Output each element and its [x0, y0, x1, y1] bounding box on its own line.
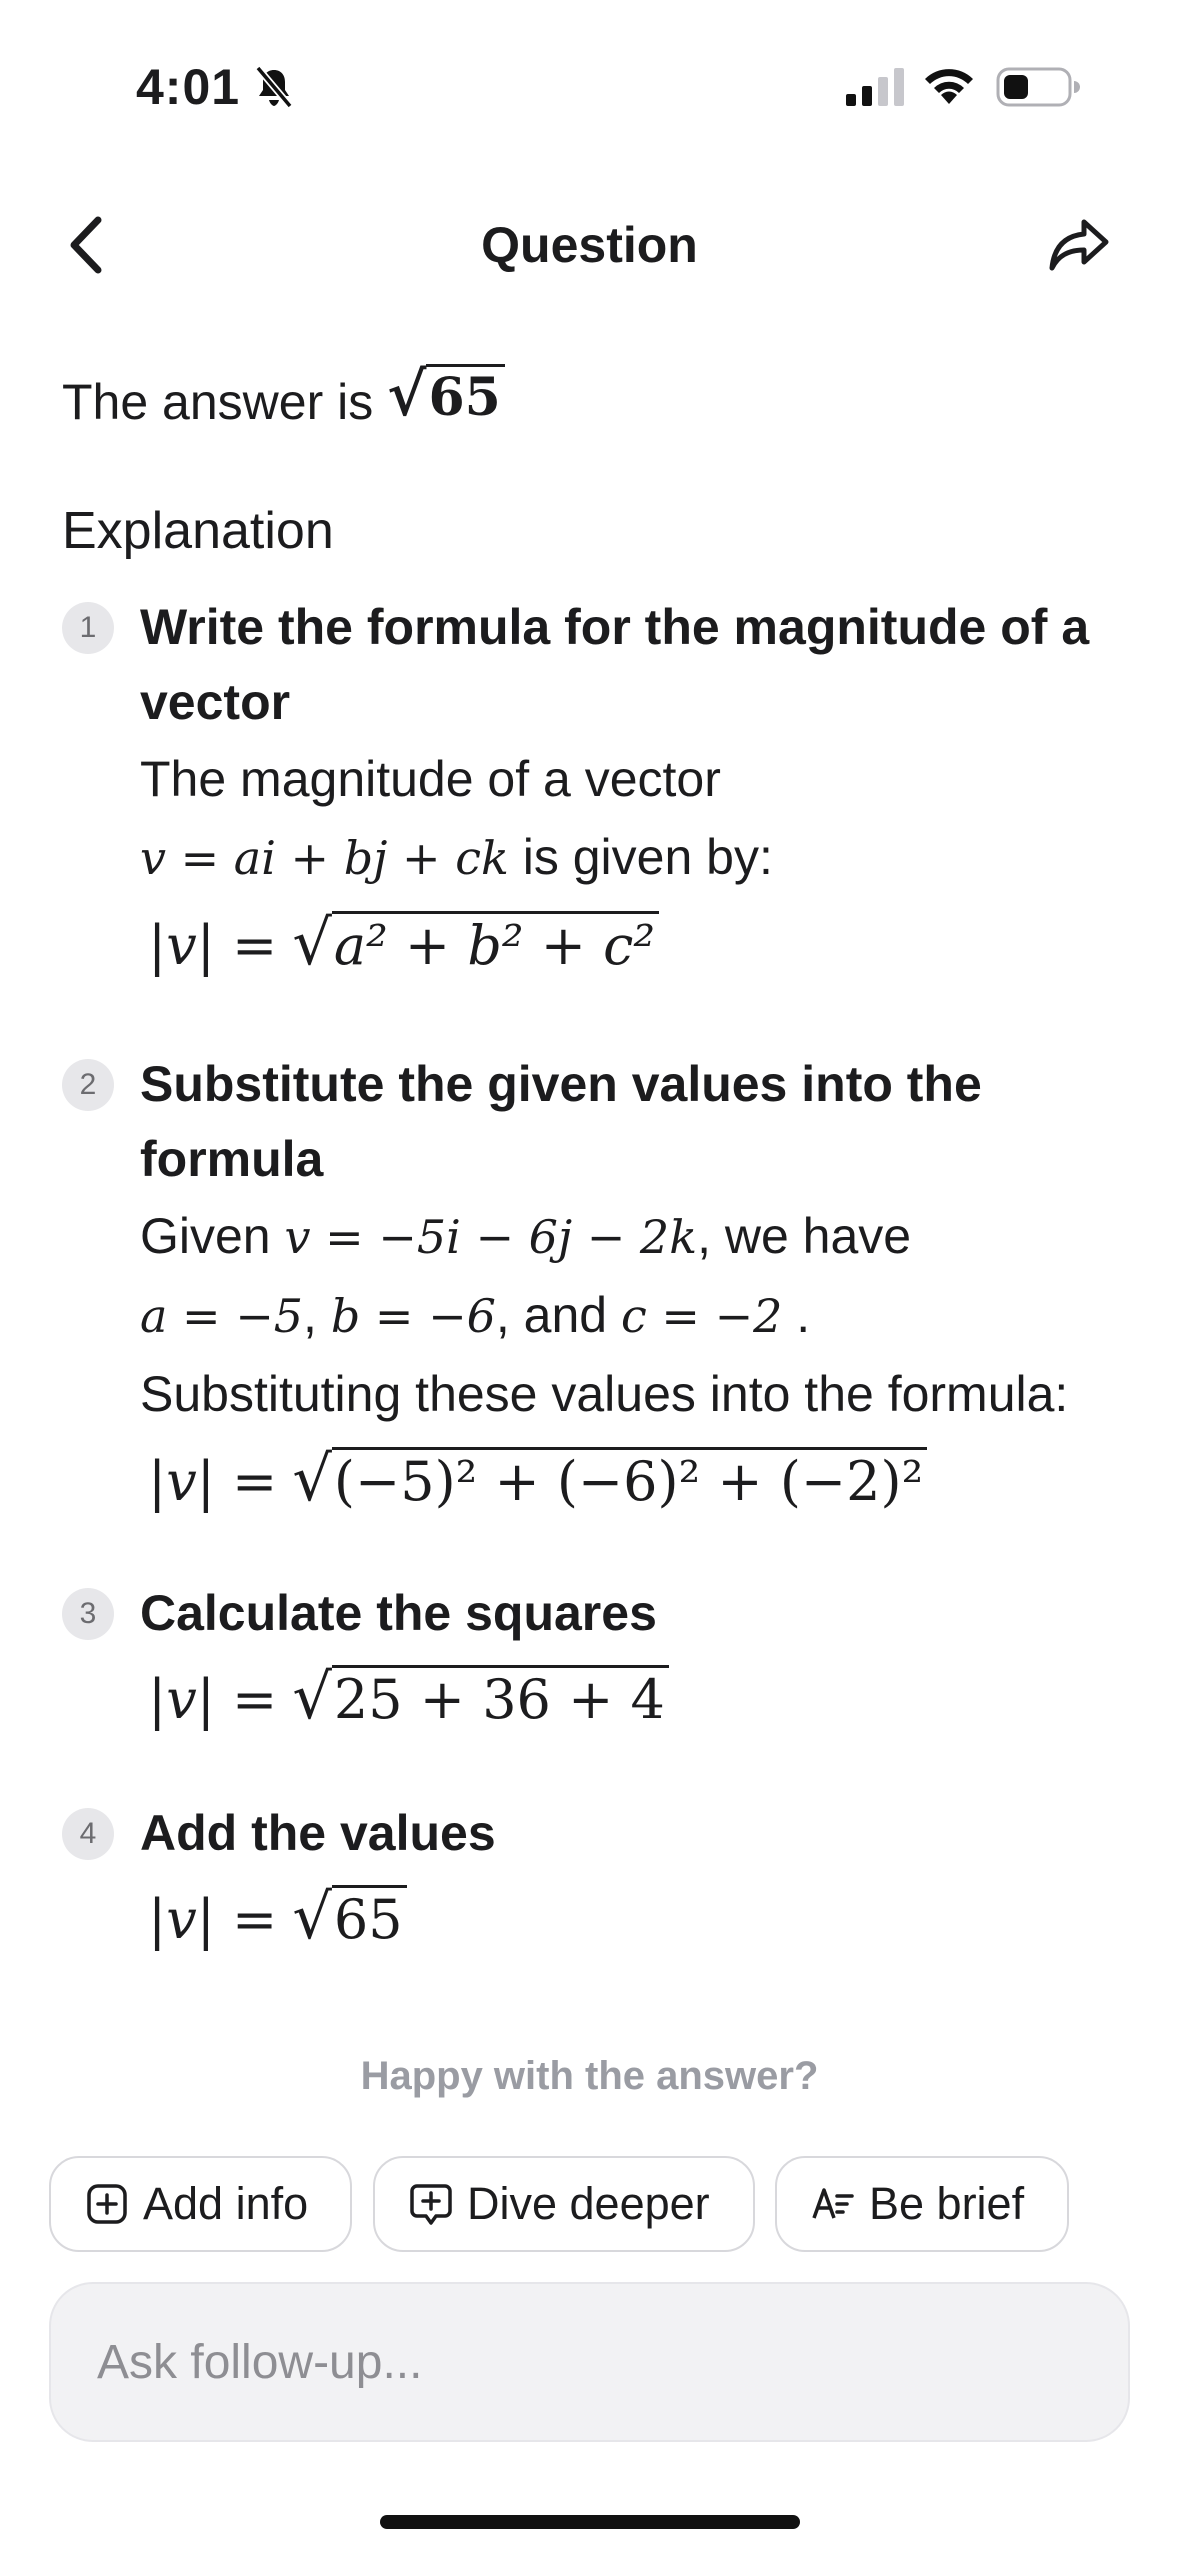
battery-icon: [996, 67, 1080, 107]
step-text: Substituting these values into the formu…: [140, 1366, 1069, 1422]
formula: |v| = √a² + b² + c²: [140, 897, 1140, 992]
formula-sqrt: √25 + 36 + 4: [292, 1651, 669, 1746]
step-title: Substitute the given values into the for…: [140, 1056, 982, 1187]
step-number-badge: 2: [62, 1059, 114, 1111]
formula-lhs: |v| =: [148, 1668, 278, 1731]
and-text: , and: [495, 1287, 608, 1343]
plus-bubble-icon: [410, 2184, 452, 2225]
given-suffix: , we have: [697, 1208, 912, 1264]
step-number-badge: 3: [62, 1588, 114, 1640]
a-value: a = −5: [140, 1289, 304, 1343]
answer-prefix: The answer is: [62, 373, 374, 430]
text-shorten-icon: [812, 2188, 854, 2219]
vector-equation: v = ai + bj + ck: [140, 831, 509, 885]
formula-lhs: |v| =: [148, 1450, 278, 1513]
step-title: Add the values: [140, 1805, 496, 1861]
bell-muted-icon: [255, 66, 293, 108]
step-number-badge: 4: [62, 1808, 114, 1860]
formula: |v| = √65: [140, 1871, 1140, 1966]
b-value: b = −6: [330, 1289, 496, 1343]
comma: ,: [303, 1287, 317, 1343]
formula-lhs: |v| =: [148, 1888, 278, 1951]
answer-line: The answer is √65: [62, 360, 505, 437]
formula-sqrt: √a² + b² + c²: [292, 897, 660, 992]
dive-deeper-label: Dive deeper: [467, 2178, 710, 2229]
page-title: Question: [481, 217, 698, 273]
formula-sqrt: √65: [292, 1871, 407, 1966]
step-text-line: v = ai + bj + ck is given by:: [140, 818, 1140, 897]
navigation-bar: Question: [0, 200, 1179, 290]
feedback-prompt: Happy with the answer?: [360, 2054, 819, 2098]
dive-deeper-button[interactable]: Dive deeper: [373, 2156, 755, 2252]
formula-lhs: |v| =: [148, 914, 278, 977]
answer-value: √65: [387, 360, 505, 433]
step-number-badge: 1: [62, 602, 114, 654]
add-info-button[interactable]: Add info: [49, 2156, 352, 2252]
status-time: 4:01: [136, 59, 241, 115]
step-title: Write the formula for the magnitude of a…: [140, 599, 1090, 730]
follow-up-input[interactable]: [95, 2333, 1084, 2391]
step-title: Calculate the squares: [140, 1585, 657, 1641]
given-vector: v = −5i − 6j − 2k: [284, 1210, 698, 1264]
plus-square-icon: [87, 2184, 127, 2224]
wifi-icon: [925, 69, 973, 104]
follow-up-field[interactable]: [49, 2282, 1130, 2442]
formula: |v| = √25 + 36 + 4: [140, 1651, 1140, 1746]
step-text: The magnitude of a vector: [140, 751, 721, 807]
step-text-line: a = −5, b = −6, and c = −2 .: [140, 1276, 1140, 1355]
be-brief-button[interactable]: Be brief: [775, 2156, 1069, 2252]
step-text-line: Given v = −5i − 6j − 2k, we have: [140, 1197, 1140, 1276]
be-brief-label: Be brief: [869, 2178, 1025, 2229]
formula: |v| = √(−5)² + (−6)² + (−2)²: [140, 1433, 1140, 1528]
add-info-label: Add info: [143, 2178, 309, 2229]
formula-sqrt: √(−5)² + (−6)² + (−2)²: [292, 1433, 928, 1528]
period: .: [796, 1287, 811, 1343]
c-value: c = −2: [621, 1289, 783, 1343]
status-bar: 4:01: [0, 0, 1179, 170]
home-indicator: [380, 2515, 800, 2529]
suggestion-chips: Add info Dive deeper Be brief: [0, 2156, 1179, 2256]
cellular-signal-icon: [846, 68, 904, 106]
explanation-heading: Explanation: [62, 502, 334, 560]
step-text-suffix: is given by:: [522, 829, 773, 885]
share-forward-icon[interactable]: [1046, 212, 1112, 278]
given-prefix: Given: [140, 1208, 271, 1264]
